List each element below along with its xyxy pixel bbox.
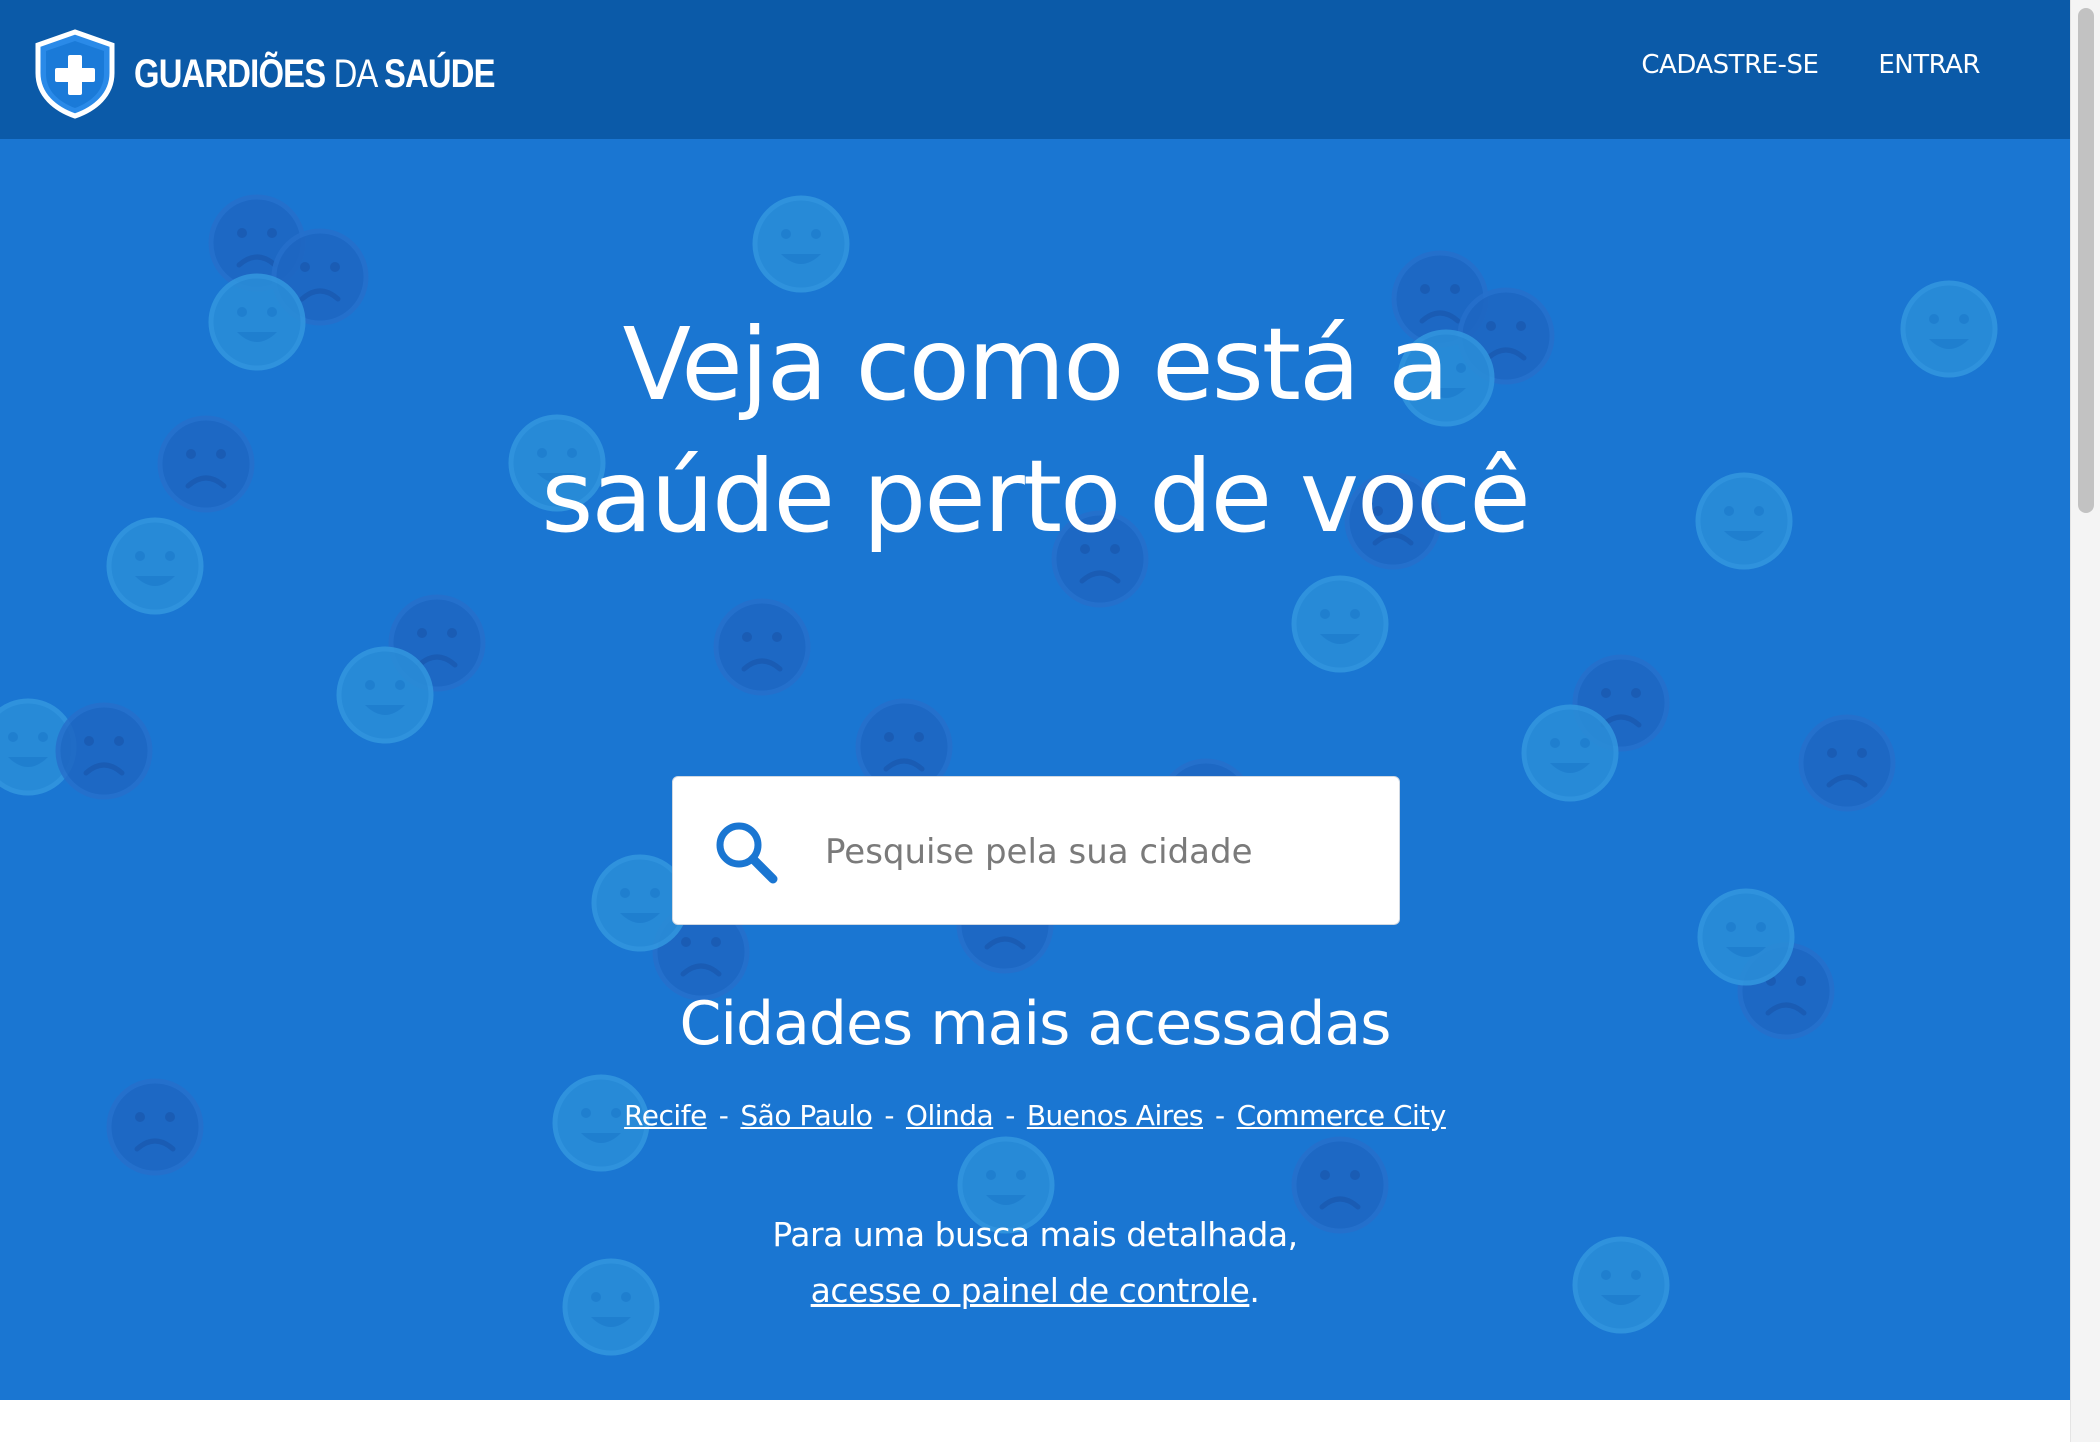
face-icon	[157, 415, 255, 513]
city-link-olinda[interactable]: Olinda	[906, 1099, 994, 1132]
city-search-input[interactable]	[823, 817, 1363, 887]
shield-cross-icon	[35, 29, 115, 119]
face-icon	[336, 646, 434, 744]
brand-name-part: Guardiões	[134, 51, 326, 96]
detail-period: .	[1249, 1271, 1260, 1310]
face-icon	[106, 517, 204, 615]
city-link-buenos-aires[interactable]: Buenos Aires	[1027, 1099, 1204, 1132]
face-icon	[55, 702, 153, 800]
face-icon	[1695, 472, 1793, 570]
brand-name-part: da	[333, 51, 377, 96]
detailed-search-line: Para uma busca mais detalhada,	[772, 1215, 1298, 1254]
hero-title: Veja como está a saúde perto de você	[541, 306, 1531, 555]
face-icon	[106, 1078, 204, 1176]
face-icon	[713, 598, 811, 696]
signup-link[interactable]: CADASTRE-SE	[1641, 50, 1818, 80]
city-link-commerce-city[interactable]: Commerce City	[1237, 1099, 1447, 1132]
brand-name-part: Saúde	[383, 51, 496, 96]
brand-name: Guardiões da Saúde	[134, 51, 496, 97]
next-section-edge	[0, 1400, 2070, 1442]
face-icon	[1291, 575, 1389, 673]
brand-logo[interactable]: Guardiões da Saúde	[32, 29, 574, 119]
face-icon	[1697, 888, 1795, 986]
popular-cities-list: Recife - São Paulo - Olinda - Buenos Aires - Com…	[535, 1099, 1535, 1132]
detailed-search-line2: acesse o painel de controle.	[535, 1263, 1535, 1319]
face-icon	[752, 195, 850, 293]
city-separator: -	[1215, 1099, 1225, 1132]
city-link-recife[interactable]: Recife	[624, 1099, 707, 1132]
scrollbar-thumb[interactable]	[2078, 8, 2094, 513]
search-box[interactable]	[672, 776, 1400, 925]
search-icon	[716, 822, 778, 884]
face-icon	[1900, 280, 1998, 378]
face-icon	[1572, 1236, 1670, 1334]
nav-links: CADASTRE-SE ENTRAR	[1641, 50, 1980, 80]
city-link-sao-paulo[interactable]: São Paulo	[740, 1099, 872, 1132]
city-separator: -	[1005, 1099, 1015, 1132]
city-separator: -	[884, 1099, 894, 1132]
page-scrollbar[interactable]	[2070, 0, 2100, 1442]
detailed-search-text: Para uma busca mais detalhada, acesse o …	[535, 1207, 1535, 1319]
face-icon	[1521, 704, 1619, 802]
face-icon	[208, 273, 306, 371]
login-link[interactable]: ENTRAR	[1878, 50, 1980, 80]
dashboard-link[interactable]: acesse o painel de controle	[811, 1271, 1250, 1310]
page: Guardiões da Saúde CADASTRE-SE ENTRAR Ve…	[0, 0, 2100, 1442]
top-navbar: Guardiões da Saúde CADASTRE-SE ENTRAR	[0, 0, 2070, 139]
city-separator: -	[718, 1099, 729, 1132]
popular-cities-title: Cidades mais acessadas	[679, 989, 1391, 1059]
face-icon	[1798, 714, 1896, 812]
hero-section: Veja como está a saúde perto de você Cid…	[0, 139, 2070, 1400]
